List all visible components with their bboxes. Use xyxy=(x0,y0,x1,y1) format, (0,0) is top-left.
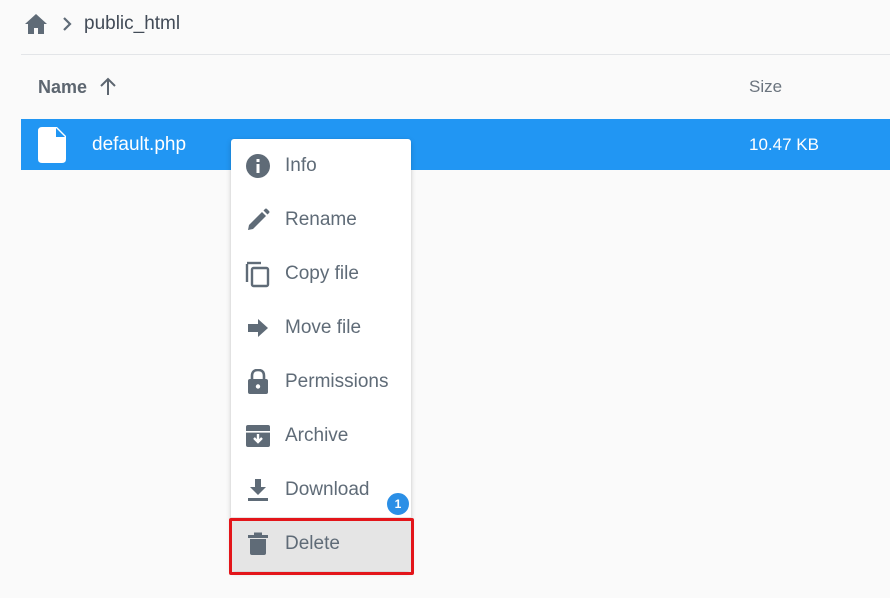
menu-item-label: Copy file xyxy=(285,263,359,284)
menu-item-label: Download xyxy=(285,479,370,500)
column-header-name[interactable]: Name xyxy=(38,62,119,112)
menu-item-delete[interactable]: Delete xyxy=(231,517,411,571)
menu-item-label: Rename xyxy=(285,209,357,230)
menu-item-permissions[interactable]: Permissions xyxy=(231,355,411,409)
arrow-right-icon xyxy=(244,314,272,342)
copy-icon xyxy=(244,260,272,288)
menu-item-download[interactable]: Download xyxy=(231,463,411,517)
lock-icon xyxy=(244,368,272,396)
menu-item-info[interactable]: Info xyxy=(231,139,411,193)
menu-item-move-file[interactable]: Move file xyxy=(231,301,411,355)
column-header-name-label: Name xyxy=(38,76,88,97)
download-icon xyxy=(244,476,272,504)
pencil-icon xyxy=(244,206,272,234)
context-menu: Info Rename Copy file Move file Permissi… xyxy=(231,139,411,571)
column-header-size-label: Size xyxy=(749,77,783,96)
column-header-size[interactable]: Size xyxy=(749,62,782,112)
archive-icon xyxy=(244,422,272,450)
menu-item-rename[interactable]: Rename xyxy=(231,193,411,247)
breadcrumb-current[interactable]: public_html xyxy=(84,13,180,35)
step-badge: 1 xyxy=(386,492,410,516)
menu-item-label: Delete xyxy=(285,533,340,554)
file-manager: public_html Name Size default.php 10.47 … xyxy=(0,0,890,598)
trash-icon xyxy=(244,530,272,558)
menu-item-label: Move file xyxy=(285,317,362,338)
menu-item-copy-file[interactable]: Copy file xyxy=(231,247,411,301)
menu-item-archive[interactable]: Archive xyxy=(231,409,411,463)
file-size: 10.47 KB xyxy=(749,135,819,154)
menu-item-label: Permissions xyxy=(285,371,389,392)
table-row[interactable]: default.php 10.47 KB xyxy=(21,119,890,170)
chevron-right-icon xyxy=(60,12,74,36)
info-icon xyxy=(244,152,272,180)
divider xyxy=(21,54,890,55)
arrow-up-icon[interactable] xyxy=(97,76,119,98)
menu-item-label: Info xyxy=(285,155,317,176)
file-name: default.php xyxy=(92,134,187,155)
breadcrumb: public_html xyxy=(24,10,180,38)
file-icon xyxy=(38,127,68,163)
home-icon[interactable] xyxy=(24,12,48,36)
menu-item-label: Archive xyxy=(285,425,349,446)
